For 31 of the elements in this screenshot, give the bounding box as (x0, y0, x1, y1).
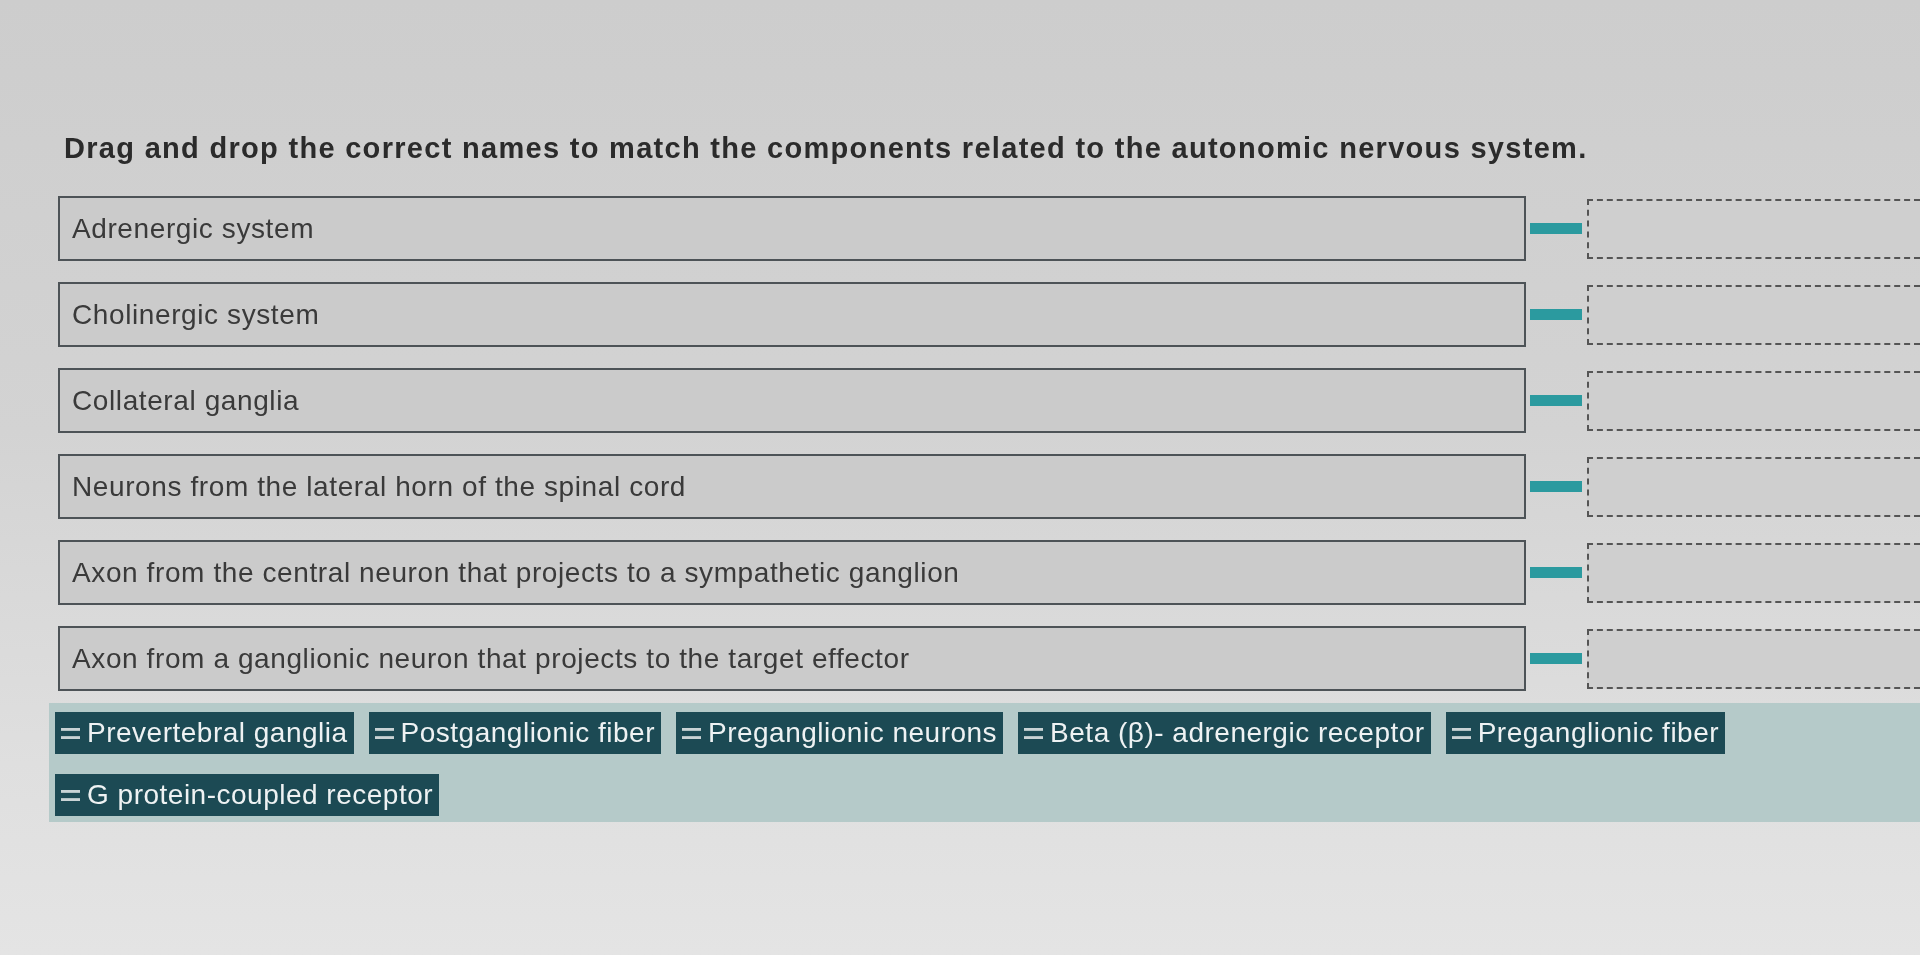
drop-zone[interactable] (1587, 284, 1920, 345)
drag-handle-icon (374, 727, 394, 739)
drop-zone[interactable] (1587, 370, 1920, 431)
connector-icon (1530, 653, 1582, 664)
drag-handle-icon (681, 727, 701, 739)
answer-chip[interactable]: Prevertebral ganglia (55, 712, 354, 754)
answer-chip[interactable]: Beta (β)- adrenergic receptor (1018, 712, 1431, 754)
answer-chip[interactable]: Preganglionic neurons (675, 712, 1004, 754)
answer-chip[interactable]: Preganglionic fiber (1445, 712, 1726, 754)
connector-icon (1530, 395, 1582, 406)
drop-zone[interactable] (1587, 628, 1920, 689)
drag-handle-icon (1451, 727, 1471, 739)
drop-zone[interactable] (1587, 542, 1920, 603)
term-label: Cholinergic system (72, 298, 320, 331)
connector-icon (1530, 223, 1582, 234)
drag-handle-icon (61, 727, 80, 739)
answer-chip[interactable]: Postganglionic fiber (368, 712, 661, 754)
term-label: Axon from the central neuron that projects to a sympathetic ganglion (72, 556, 960, 589)
answer-chip[interactable]: G protein-coupled receptor (55, 774, 440, 816)
connector-icon (1530, 309, 1582, 320)
drag-handle-icon (61, 789, 80, 801)
term-label: Adrenergic system (72, 212, 315, 245)
term-label: Axon from a ganglionic neuron that projects to the target effector (72, 642, 910, 675)
drag-handle-icon (1024, 727, 1044, 739)
drop-zone[interactable] (1587, 198, 1920, 259)
connector-icon (1530, 567, 1582, 578)
connector-icon (1530, 481, 1582, 492)
term-label: Neurons from the lateral horn of the spinal cord (72, 470, 686, 503)
term-label: Collateral ganglia (72, 384, 300, 417)
drop-zone[interactable] (1587, 456, 1920, 517)
instruction-text: Drag and drop the correct names to match the components related to the autonomic nervous system. (63, 131, 1589, 166)
